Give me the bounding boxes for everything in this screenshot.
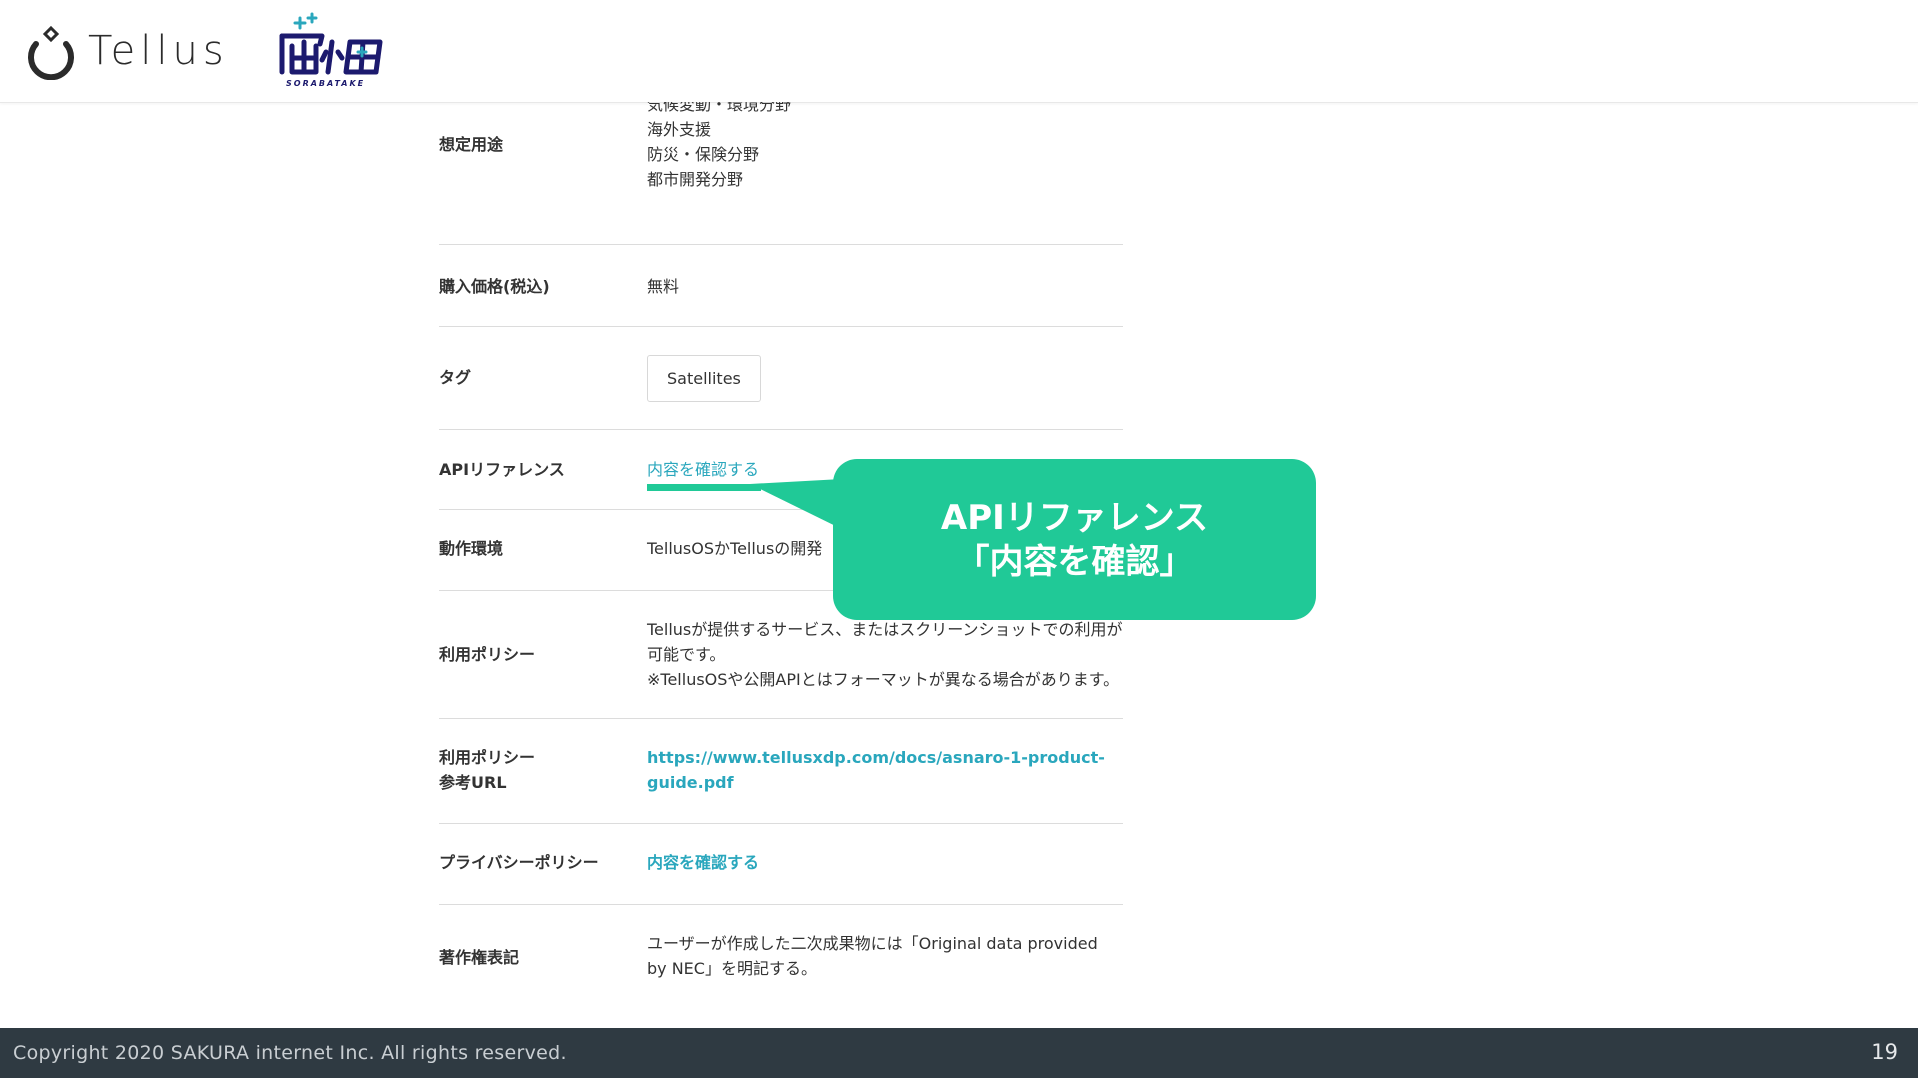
list-item: 海外支援	[647, 120, 712, 139]
tellus-logo[interactable]: Tellus	[26, 24, 241, 80]
table-row-copyright-notice: 著作権表記 ユーザーが作成した二次成果物には「Original data pro…	[439, 905, 1123, 1015]
list-item: 気候変動・環境分野	[647, 102, 792, 114]
table-row-privacy-policy: プライバシーポリシー 内容を確認する	[439, 824, 1123, 905]
table-row-policy-url: 利用ポリシー 参考URL https://www.tellusxdp.com/d…	[439, 719, 1123, 824]
row-label: 動作環境	[439, 539, 504, 558]
callout-line: 「内容を確認」	[955, 541, 1194, 582]
row-label: タグ	[439, 368, 472, 387]
callout-line: APIリファレンス	[940, 497, 1209, 538]
row-value-list: 気候変動・環境分野 海外支援 防災・保険分野 都市開発分野	[647, 102, 791, 192]
app-header: Tellus SORABATAKE	[0, 0, 1918, 103]
copyright-notice-text: ユーザーが作成した二次成果物には「Original data provided …	[647, 931, 1098, 981]
row-label: 利用ポリシー 参考URL	[439, 745, 535, 795]
api-reference-link[interactable]: 内容を確認する	[647, 457, 759, 482]
privacy-policy-link[interactable]: 内容を確認する	[647, 850, 759, 875]
sorabatake-subtitle: SORABATAKE	[286, 79, 366, 88]
page-number: 19	[1871, 1040, 1898, 1064]
row-label: APIリファレンス	[439, 460, 565, 479]
label-line: 利用ポリシー	[439, 748, 536, 767]
copyright-text: Copyright 2020 SAKURA internet Inc. All …	[13, 1042, 567, 1064]
tag-list: Satellites	[647, 355, 761, 402]
table-row-intended-use: 想定用途 気候変動・環境分野 海外支援 防災・保険分野 都市開発分野	[439, 102, 1123, 245]
text-line: ※TellusOSや公開APIとはフォーマットが異なる場合があります。	[647, 670, 1120, 689]
tag-chip[interactable]: Satellites	[647, 355, 761, 402]
slide-footer: Copyright 2020 SAKURA internet Inc. All …	[0, 1028, 1918, 1078]
row-label: 想定用途	[439, 135, 504, 154]
callout-annotation: APIリファレンス 「内容を確認」	[833, 459, 1316, 620]
text-line: Tellusが提供するサービス、またはスクリーンショットでの利用が	[647, 620, 1123, 639]
link-line: guide.pdf	[647, 773, 734, 792]
table-row-price: 購入価格(税込) 無料	[439, 245, 1123, 327]
tellus-ring-icon	[28, 25, 74, 80]
environment-value: TellusOSかTellusの開発	[647, 539, 823, 558]
row-label: 著作権表記	[439, 948, 520, 967]
text-line: ユーザーが作成した二次成果物には「Original data provided	[647, 934, 1098, 953]
text-line: by NEC」を明記する。	[647, 959, 817, 978]
sorabatake-logo[interactable]: SORABATAKE	[270, 12, 390, 92]
sorabatake-mark-icon	[279, 12, 383, 75]
row-label: 利用ポリシー	[439, 645, 536, 664]
usage-policy-text: Tellusが提供するサービス、またはスクリーンショットでの利用が 可能です。 …	[647, 617, 1122, 692]
row-label: 購入価格(税込)	[439, 277, 550, 296]
list-item: 都市開発分野	[647, 170, 744, 189]
label-line: 参考URL	[439, 773, 507, 792]
list-item: 防災・保険分野	[647, 145, 760, 164]
policy-url-link[interactable]: https://www.tellusxdp.com/docs/asnaro-1-…	[647, 745, 1105, 795]
row-label: プライバシーポリシー	[439, 853, 599, 872]
price-value: 無料	[647, 277, 680, 296]
link-line: https://www.tellusxdp.com/docs/asnaro-1-…	[647, 748, 1105, 767]
table-row-tags: タグ Satellites	[439, 327, 1123, 430]
highlight-underline	[647, 484, 761, 491]
text-line: 可能です。	[647, 645, 726, 664]
tellus-wordmark: Tellus	[88, 28, 229, 74]
